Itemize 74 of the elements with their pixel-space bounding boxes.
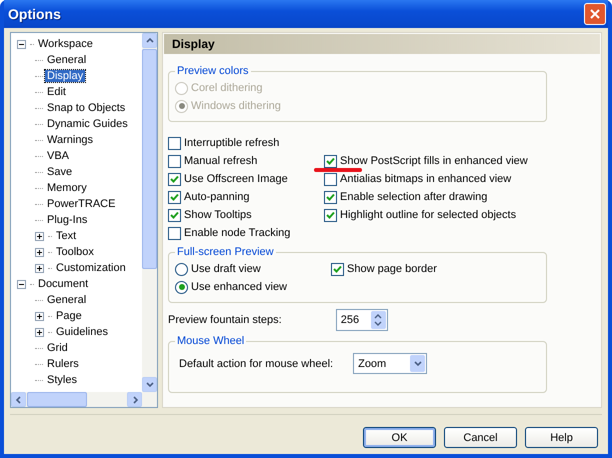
tree-item[interactable]: General bbox=[45, 54, 88, 66]
checkbox[interactable] bbox=[168, 172, 181, 186]
checkbox[interactable] bbox=[168, 154, 181, 168]
checkbox-option[interactable]: Interruptible refresh bbox=[168, 134, 324, 152]
tree-item[interactable]: Guidelines bbox=[54, 326, 110, 338]
spin-arrows-icon bbox=[374, 313, 382, 327]
dialog-button[interactable]: Cancel bbox=[444, 427, 517, 448]
horizontal-scrollbar[interactable] bbox=[11, 392, 157, 407]
expand-icon[interactable] bbox=[35, 312, 44, 320]
vertical-scrollbar[interactable] bbox=[142, 33, 157, 392]
checkbox[interactable] bbox=[324, 172, 337, 186]
checkbox[interactable] bbox=[168, 190, 181, 204]
tree-item[interactable]: Workspace bbox=[36, 38, 95, 50]
tree-item[interactable]: Rulers bbox=[45, 358, 81, 370]
checkbox-option[interactable]: Antialias bitmaps in enhanced view bbox=[324, 170, 547, 188]
checkbox[interactable] bbox=[331, 262, 344, 276]
radio-option[interactable]: Use draft view bbox=[175, 260, 331, 278]
checkbox-option[interactable]: Show page border bbox=[331, 260, 540, 278]
tree-item[interactable]: Memory bbox=[45, 182, 89, 194]
checkbox[interactable] bbox=[324, 154, 337, 168]
tree-item[interactable]: Edit bbox=[45, 86, 68, 98]
checkbox-option[interactable]: Enable node Tracking bbox=[168, 224, 324, 242]
checkbox-option[interactable]: Use Offscreen Image bbox=[168, 170, 324, 188]
tree-item[interactable]: Page bbox=[54, 310, 84, 322]
group-title: Full-screen Preview bbox=[176, 246, 275, 258]
tree-item[interactable]: Plug-Ins bbox=[45, 214, 90, 226]
radio-button[interactable] bbox=[175, 280, 188, 294]
radio-option[interactable]: Use enhanced view bbox=[175, 278, 331, 296]
tree-item[interactable]: VBA bbox=[45, 150, 72, 162]
field-label: Preview fountain steps: bbox=[168, 314, 282, 326]
tree-item[interactable]: Styles bbox=[45, 374, 79, 386]
tree-item[interactable]: Text bbox=[54, 230, 78, 242]
action-dropdown[interactable]: Zoom bbox=[353, 353, 428, 374]
checkbox[interactable] bbox=[324, 208, 337, 222]
expand-icon[interactable] bbox=[35, 232, 44, 240]
check-icon bbox=[326, 156, 335, 166]
tree-item[interactable]: Toolbox bbox=[54, 246, 96, 258]
tree-item[interactable]: Display bbox=[45, 70, 86, 82]
group-title: Preview colors bbox=[176, 65, 250, 77]
tree-item[interactable]: PowerTRACE bbox=[45, 198, 118, 210]
tree-item[interactable]: Grid bbox=[45, 342, 70, 354]
tree-item[interactable]: Customization bbox=[54, 262, 128, 274]
checkbox[interactable] bbox=[168, 208, 181, 222]
tree-item[interactable]: Save bbox=[45, 166, 74, 178]
close-button[interactable] bbox=[584, 3, 606, 25]
tree-item[interactable]: Warnings bbox=[45, 134, 96, 146]
checkbox[interactable] bbox=[168, 136, 181, 150]
expand-icon[interactable] bbox=[35, 248, 44, 256]
checkbox-option[interactable]: Show PostScript fills in enhanced view bbox=[324, 152, 547, 170]
window-title: Options bbox=[8, 6, 61, 22]
checkbox-option[interactable]: Auto-panning bbox=[168, 188, 324, 206]
tree-item[interactable]: General bbox=[45, 294, 88, 306]
collapse-icon[interactable] bbox=[17, 280, 26, 288]
checkbox-option[interactable]: Manual refresh bbox=[168, 152, 324, 170]
field-label: Default action for mouse wheel: bbox=[179, 358, 334, 370]
checkbox[interactable] bbox=[324, 190, 337, 204]
dialog-button[interactable]: OK bbox=[363, 427, 436, 448]
checkbox-option[interactable]: Enable selection after drawing bbox=[324, 188, 547, 206]
close-icon bbox=[590, 9, 600, 19]
collapse-icon[interactable] bbox=[17, 40, 26, 48]
tree-item[interactable]: Dynamic Guides bbox=[45, 118, 130, 130]
checkbox-option[interactable]: Highlight outline for selected objects bbox=[324, 206, 547, 224]
checkbox[interactable] bbox=[168, 226, 181, 240]
tree-item[interactable]: Document bbox=[36, 278, 90, 290]
radio-button[interactable] bbox=[175, 262, 188, 276]
tree-item[interactable]: Snap to Objects bbox=[45, 102, 128, 114]
dialog-button[interactable]: Help bbox=[525, 427, 598, 448]
panel-header: Display bbox=[164, 34, 600, 54]
checkbox-option[interactable]: Show Tooltips bbox=[168, 206, 324, 224]
group-title: Mouse Wheel bbox=[176, 335, 246, 347]
steps-spinner[interactable]: 256 bbox=[336, 309, 388, 331]
expand-icon[interactable] bbox=[35, 328, 44, 336]
check-icon bbox=[333, 264, 342, 274]
expand-icon[interactable] bbox=[35, 264, 44, 272]
